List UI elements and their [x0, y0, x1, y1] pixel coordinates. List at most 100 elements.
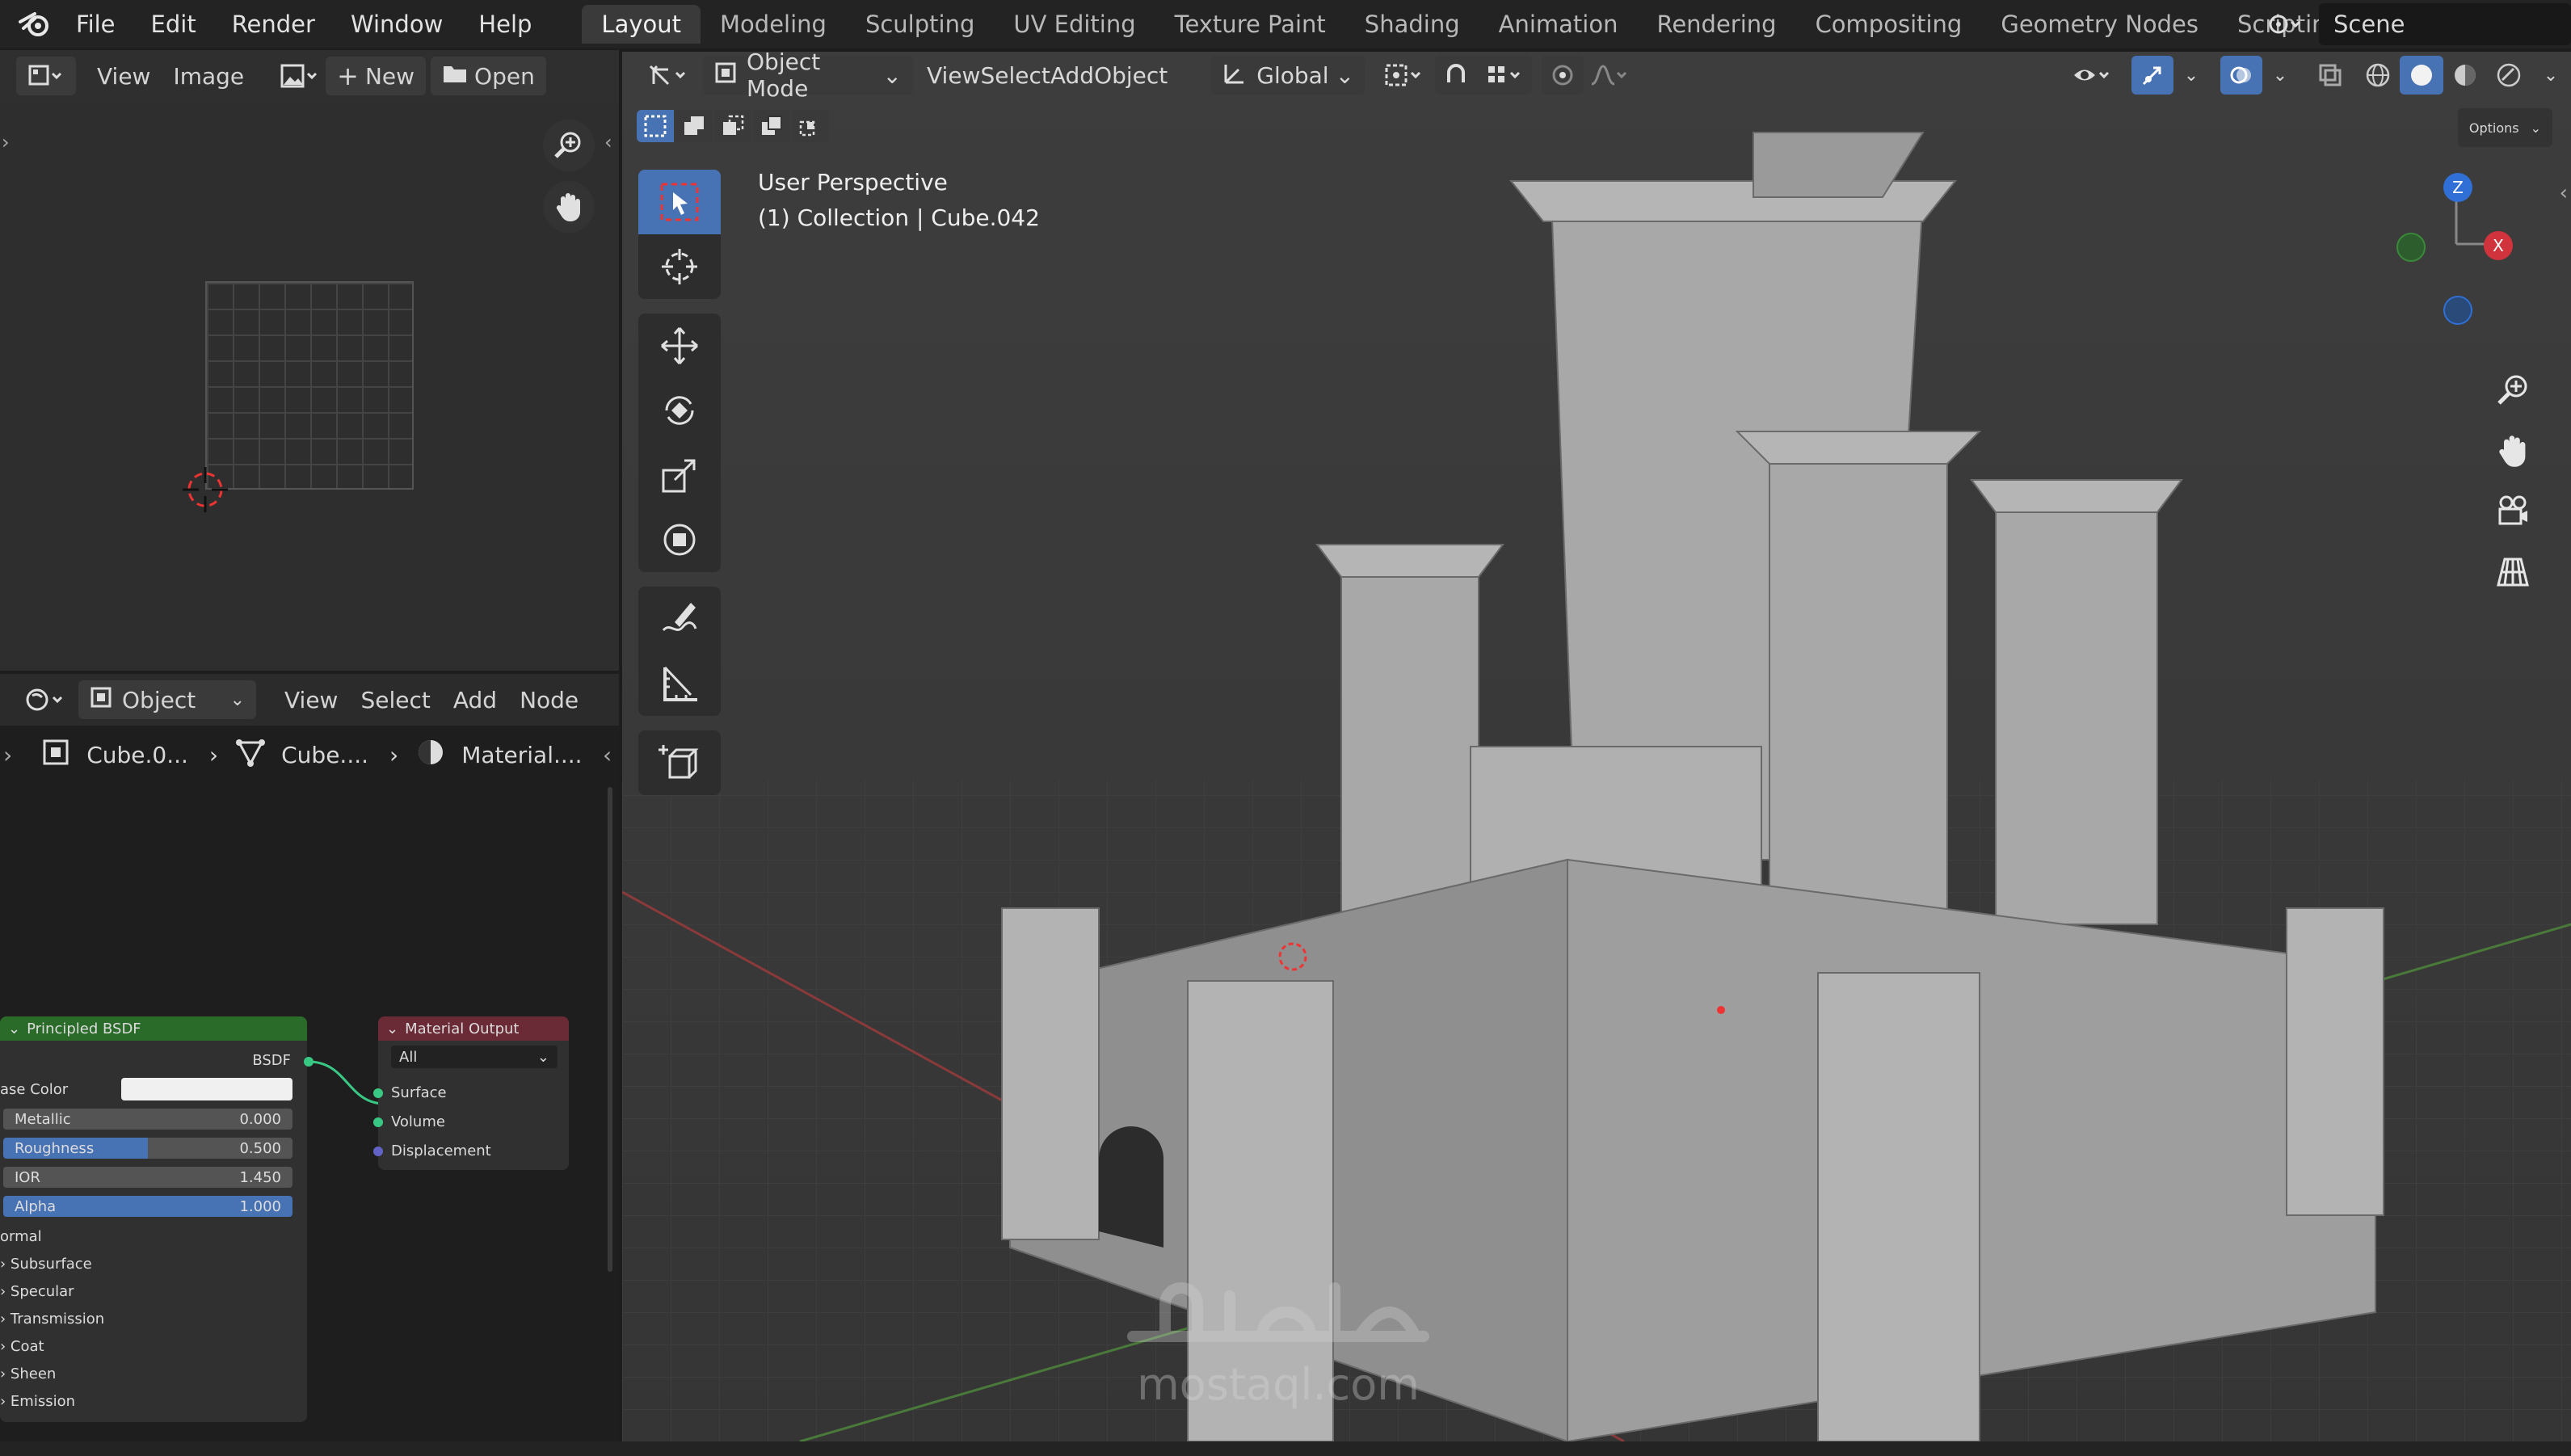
menu-view[interactable]: View — [86, 63, 162, 90]
snap-toggle-icon[interactable] — [1435, 56, 1478, 95]
transform-tool-icon[interactable] — [638, 507, 721, 572]
overlays-toggle-icon[interactable] — [2220, 56, 2262, 95]
scene-selector-icon[interactable] — [2254, 5, 2312, 44]
tab-rendering[interactable]: Rendering — [1637, 5, 1795, 44]
move-tool-icon[interactable] — [638, 314, 721, 378]
viewport-menu-add[interactable]: Add — [1050, 62, 1094, 89]
x-axis-handle[interactable]: X — [2484, 231, 2513, 260]
metallic-slider[interactable]: Metallic 0.000 — [3, 1109, 292, 1130]
shading-material-icon[interactable] — [2443, 56, 2487, 95]
viewport-menu-select[interactable]: Select — [980, 62, 1050, 89]
panel-subsurface[interactable]: › Subsurface — [0, 1256, 92, 1273]
object-mode-dropdown[interactable]: Object Mode ⌄ — [703, 52, 913, 102]
node-editor-scrollbar[interactable] — [608, 787, 612, 1272]
alpha-slider[interactable]: Alpha 1.000 — [3, 1196, 292, 1217]
perspective-toggle-icon[interactable] — [2487, 546, 2539, 598]
select-new-icon[interactable] — [637, 110, 674, 142]
tab-modeling[interactable]: Modeling — [701, 5, 846, 44]
tab-geometry-nodes[interactable]: Geometry Nodes — [1981, 5, 2218, 44]
xray-toggle-icon[interactable] — [2309, 56, 2351, 95]
scale-tool-icon[interactable] — [638, 443, 721, 507]
viewport-pan-icon[interactable] — [2487, 425, 2539, 477]
displacement-socket[interactable] — [373, 1147, 383, 1156]
shader-editor-type-icon[interactable] — [15, 680, 76, 719]
gizmo-toggle-icon[interactable] — [2131, 56, 2173, 95]
panel-specular[interactable]: › Specular — [0, 1283, 74, 1300]
falloff-curve-icon[interactable] — [1584, 56, 1635, 95]
scene-name-field[interactable]: Scene — [2319, 3, 2571, 45]
new-image-button[interactable]: + New — [326, 57, 427, 95]
volume-socket[interactable] — [373, 1117, 383, 1127]
3d-viewport[interactable]: Object Mode ⌄ View Select Add Object Glo… — [622, 52, 2571, 1441]
sidebar-collapse-icon[interactable]: ‹ — [603, 742, 612, 768]
neg-z-axis-handle[interactable] — [2443, 296, 2472, 325]
z-axis-handle[interactable]: Z — [2443, 173, 2472, 202]
select-difference-icon[interactable] — [753, 110, 790, 142]
sidebar-toggle-icon[interactable]: ‹ — [2560, 181, 2568, 205]
menu-help[interactable]: Help — [461, 11, 549, 38]
material-output-node[interactable]: ⌄ Material Output All ⌄ Surface Volume Dis… — [378, 1016, 569, 1170]
roughness-slider[interactable]: Roughness 0.500 — [3, 1138, 292, 1159]
panel-emission[interactable]: › Emission — [0, 1393, 75, 1410]
zoom-icon[interactable] — [543, 120, 595, 171]
panel-sheen[interactable]: › Sheen — [0, 1366, 56, 1382]
sidebar-toggle-right-icon[interactable]: ‹ — [604, 131, 612, 154]
base-color-swatch[interactable] — [121, 1078, 292, 1100]
shading-wireframe-icon[interactable] — [2356, 56, 2400, 95]
transform-orientation-dropdown[interactable]: Global ⌄ — [1211, 56, 1365, 95]
rotate-tool-icon[interactable] — [638, 378, 721, 443]
ior-slider[interactable]: IOR 1.450 — [3, 1167, 292, 1188]
node-menu-add[interactable]: Add — [442, 687, 508, 713]
viewport-zoom-icon[interactable] — [2487, 364, 2539, 415]
node-menu-view[interactable]: View — [273, 687, 349, 713]
shader-type-dropdown[interactable]: Object ⌄ — [78, 680, 256, 719]
shading-rendered-icon[interactable] — [2487, 56, 2531, 95]
camera-view-icon[interactable] — [2487, 485, 2539, 537]
cursor-tool-icon[interactable] — [638, 234, 721, 299]
navigation-gizmo[interactable]: Z X — [2384, 163, 2529, 341]
tab-compositing[interactable]: Compositing — [1796, 5, 1982, 44]
sidebar-toggle-left-icon[interactable]: › — [2, 131, 10, 154]
tab-animation[interactable]: Animation — [1479, 5, 1638, 44]
select-box-tool-icon[interactable] — [638, 170, 721, 234]
panel-coat[interactable]: › Coat — [0, 1338, 44, 1355]
image-browse-icon[interactable] — [276, 57, 323, 95]
select-extend-icon[interactable] — [675, 110, 713, 142]
tab-shading[interactable]: Shading — [1345, 5, 1479, 44]
cursor-2d-icon[interactable] — [179, 464, 231, 515]
viewport-menu-object[interactable]: Object — [1094, 62, 1168, 89]
editor-type-icon[interactable] — [16, 57, 76, 95]
panel-transmission[interactable]: › Transmission — [0, 1311, 104, 1328]
measure-tool-icon[interactable] — [638, 651, 721, 716]
select-intersect-icon[interactable] — [792, 110, 829, 142]
tab-sculpting[interactable]: Sculpting — [846, 5, 994, 44]
menu-window[interactable]: Window — [333, 11, 461, 38]
tab-layout[interactable]: Layout — [582, 5, 701, 44]
visibility-eye-icon[interactable] — [2064, 56, 2120, 95]
collapse-icon[interactable]: ⌄ — [386, 1020, 398, 1037]
collapse-icon[interactable]: ⌄ — [8, 1020, 20, 1037]
overlays-dropdown-icon[interactable]: ⌄ — [2262, 56, 2298, 95]
blender-logo-icon[interactable] — [11, 0, 58, 48]
menu-image[interactable]: Image — [162, 63, 255, 90]
options-dropdown[interactable]: Options ⌄ — [2457, 108, 2552, 147]
snap-target-icon[interactable] — [1477, 56, 1533, 95]
select-subtract-icon[interactable] — [714, 110, 751, 142]
menu-render[interactable]: Render — [214, 11, 333, 38]
surface-socket[interactable] — [373, 1088, 383, 1098]
open-image-button[interactable]: Open — [431, 57, 546, 95]
menu-edit[interactable]: Edit — [133, 11, 214, 38]
shading-solid-icon[interactable] — [2400, 56, 2443, 95]
tab-uv-editing[interactable]: UV Editing — [994, 5, 1155, 44]
principled-bsdf-node[interactable]: ⌄ Principled BSDF BSDF ase Color Metallic… — [0, 1016, 307, 1422]
breadcrumb-expand-icon[interactable]: › — [3, 742, 12, 768]
pan-hand-icon[interactable] — [543, 181, 595, 233]
shading-dropdown-icon[interactable]: ⌄ — [2531, 56, 2571, 95]
node-menu-node[interactable]: Node — [508, 687, 590, 713]
pivot-point-icon[interactable] — [1380, 56, 1427, 95]
tab-texture-paint[interactable]: Texture Paint — [1155, 5, 1345, 44]
viewport-editor-type-icon[interactable] — [638, 56, 698, 95]
node-menu-select[interactable]: Select — [349, 687, 441, 713]
gizmo-dropdown-icon[interactable]: ⌄ — [2173, 56, 2209, 95]
viewport-menu-view[interactable]: View — [927, 62, 980, 89]
